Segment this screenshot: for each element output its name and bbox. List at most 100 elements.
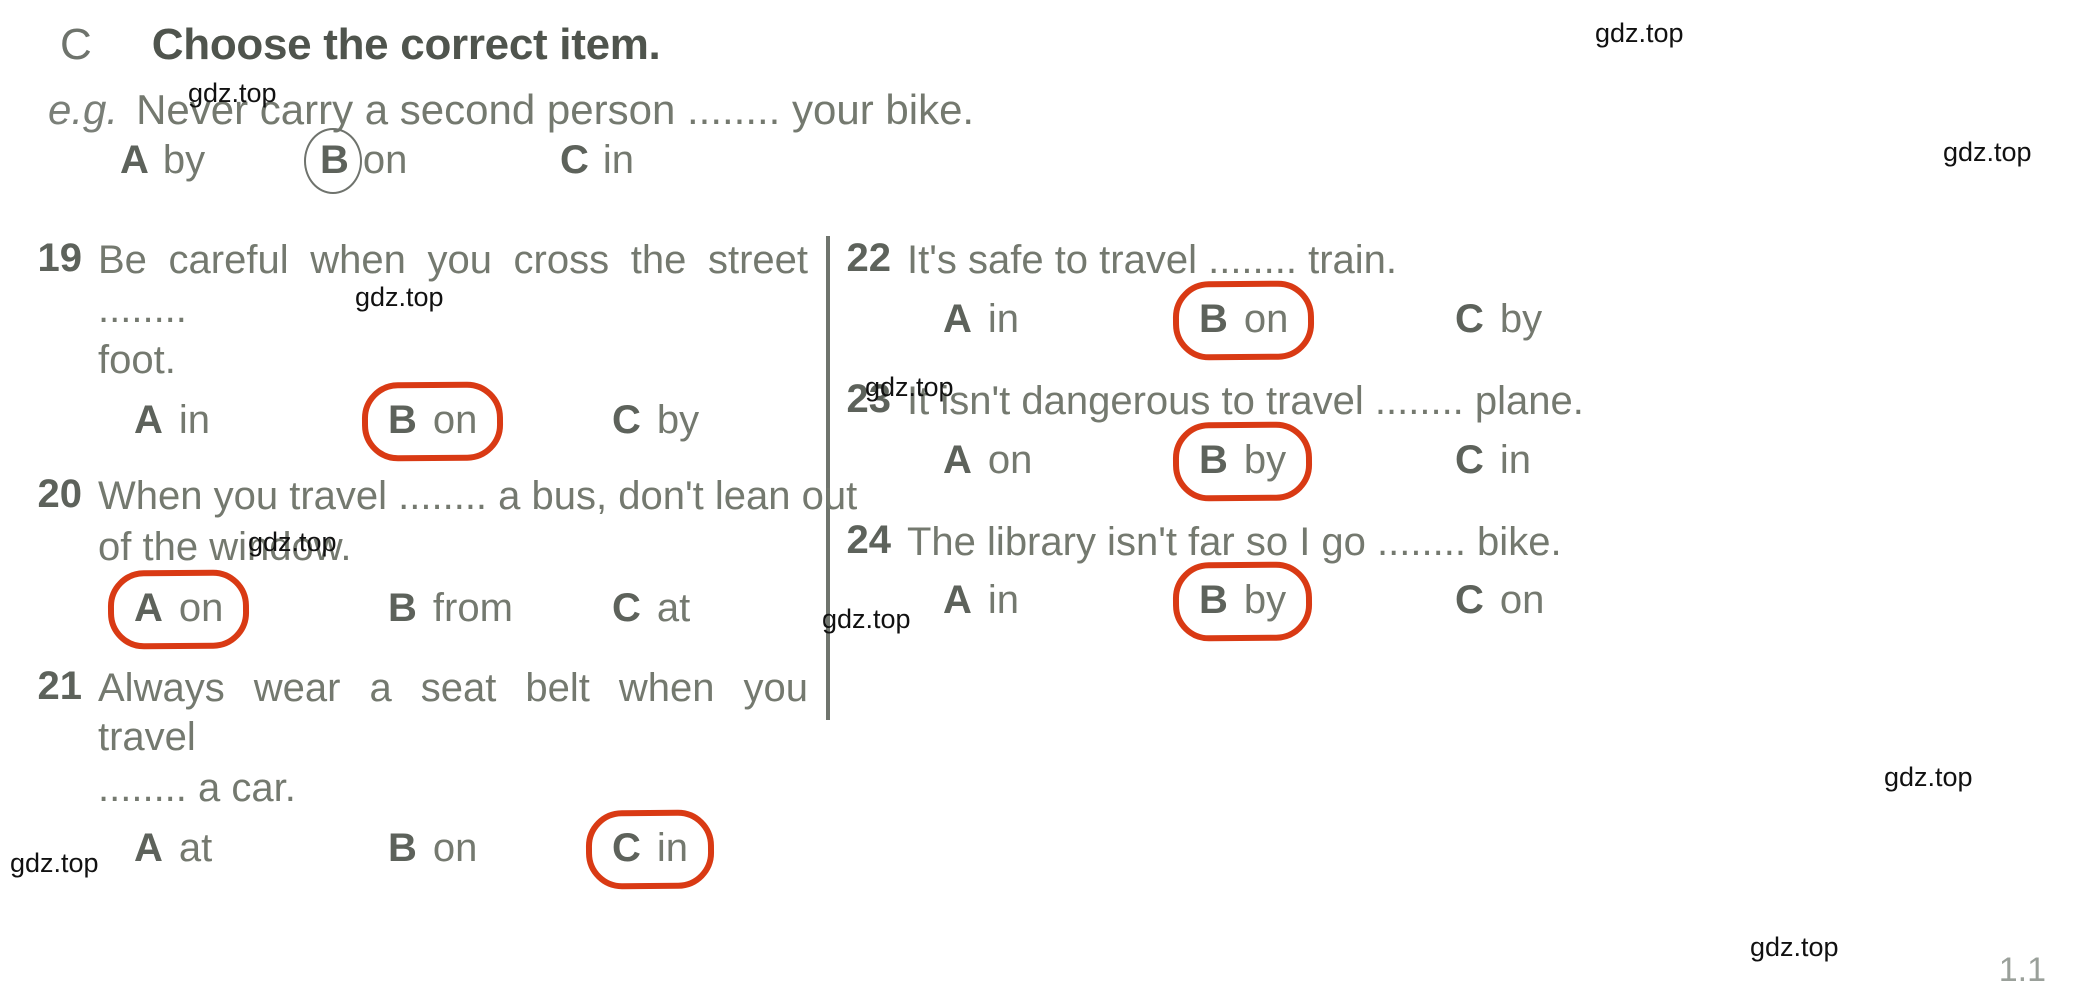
- watermark: gdz.top: [822, 604, 911, 634]
- watermark: gdz.top: [1750, 932, 1839, 962]
- question-column-right: 22 It's safe to travel ........ train. A…: [845, 236, 2045, 642]
- example-options: A by B on C in: [120, 128, 820, 196]
- question-text-line1: Always wear a seat belt when you travel: [98, 665, 808, 759]
- option-word: on: [1499, 578, 1545, 623]
- workbook-page: C Choose the correct item. e.g. Never ca…: [0, 0, 2074, 989]
- question-text-line1: Be careful when you cross the street ...…: [98, 238, 808, 331]
- question-20: 20 When you travel ........ a bus, don't…: [36, 472, 858, 650]
- option-c[interactable]: C on: [1455, 578, 1544, 623]
- question-text-line1: When you travel ........ a bus, don't le…: [98, 474, 858, 519]
- question-19: 19 Be careful when you cross the street …: [36, 236, 826, 462]
- question-22: 22 It's safe to travel ........ train. A…: [845, 236, 2045, 361]
- option-b[interactable]: B by: [1199, 438, 1286, 483]
- options-row-21: A at B on C in: [98, 826, 826, 890]
- option-a[interactable]: A in: [134, 398, 210, 443]
- option-letter: B: [388, 826, 417, 871]
- page-corner-mark: 1.1: [1998, 951, 2046, 989]
- option-word: on: [987, 437, 1033, 482]
- options-row-20: A on B from C at: [98, 586, 826, 650]
- option-word: from: [432, 585, 513, 630]
- option-a[interactable]: A in: [943, 578, 1019, 623]
- question-column-left: 19 Be careful when you cross the street …: [36, 236, 858, 890]
- option-c[interactable]: C in: [612, 826, 688, 871]
- watermark: gdz.top: [248, 527, 337, 557]
- option-c[interactable]: C in: [1455, 438, 1531, 483]
- question-number: 19: [37, 236, 83, 280]
- example-option-a[interactable]: A by: [120, 138, 205, 183]
- watermark: gdz.top: [188, 78, 277, 108]
- option-b[interactable]: B on: [388, 398, 477, 443]
- option-word: at: [178, 826, 213, 871]
- question-text-line1: It isn't dangerous to travel ........ pl…: [907, 378, 1584, 423]
- option-b[interactable]: B on: [1199, 297, 1288, 342]
- option-letter: B: [388, 585, 417, 630]
- option-letter: C: [1455, 296, 1484, 341]
- watermark: gdz.top: [1943, 137, 2032, 167]
- watermark: gdz.top: [1595, 18, 1684, 48]
- question-text-line1: The library isn't far so I go ........ b…: [907, 519, 1562, 564]
- question-number: 20: [37, 472, 83, 517]
- example-sentence: e.g. Never carry a second person .......…: [48, 86, 974, 134]
- question-text-line2: foot.: [98, 337, 176, 382]
- question-number: 24: [846, 517, 892, 562]
- option-word: by: [1243, 578, 1287, 623]
- option-a[interactable]: A on: [134, 586, 223, 631]
- options-row-23: A on B by C in: [907, 438, 2045, 502]
- option-word: in: [656, 826, 689, 871]
- option-letter: A: [134, 398, 163, 443]
- option-word: on: [1243, 296, 1289, 341]
- option-letter: C: [612, 585, 641, 630]
- watermark: gdz.top: [865, 372, 954, 402]
- question-text-line1: It's safe to travel ........ train.: [907, 238, 1398, 282]
- exercise-title: Choose the correct item.: [151, 20, 661, 69]
- option-letter: A: [943, 296, 972, 341]
- option-word: in: [987, 296, 1020, 341]
- options-row-22: A in B on C by: [907, 297, 2045, 361]
- question-text-line2: ........ a car.: [98, 765, 296, 810]
- option-letter: A: [134, 826, 163, 871]
- option-letter: C: [1455, 437, 1484, 482]
- question-21: 21 Always wear a seat belt when you trav…: [36, 664, 826, 890]
- options-row-24: A in B by C on: [907, 578, 2045, 642]
- option-c[interactable]: C by: [612, 398, 699, 443]
- option-letter: A: [120, 138, 149, 182]
- option-word: in: [987, 578, 1020, 623]
- option-c[interactable]: C by: [1455, 297, 1542, 342]
- option-letter: B: [1199, 296, 1228, 341]
- option-word: by: [1499, 296, 1543, 341]
- exercise-letter: C: [60, 20, 92, 69]
- option-a[interactable]: A in: [943, 297, 1019, 342]
- option-letter: C: [612, 826, 641, 871]
- option-b[interactable]: B from: [388, 586, 513, 631]
- example-option-b[interactable]: B on: [304, 128, 408, 194]
- question-23: 23 It isn't dangerous to travel ........…: [845, 377, 2045, 502]
- option-a[interactable]: A at: [134, 826, 212, 871]
- option-letter: A: [943, 437, 972, 482]
- option-word: on: [178, 585, 224, 630]
- option-word: in: [602, 138, 635, 182]
- option-word: in: [178, 398, 211, 443]
- option-word: by: [162, 138, 206, 182]
- option-letter: C: [1455, 578, 1484, 623]
- option-letter: C: [612, 398, 641, 443]
- option-letter: B: [1199, 437, 1228, 482]
- option-letter: A: [134, 585, 163, 630]
- option-c[interactable]: C at: [612, 586, 690, 631]
- selection-ellipse-icon: [304, 128, 362, 194]
- option-b[interactable]: B by: [1199, 578, 1286, 623]
- example-option-c[interactable]: C in: [560, 138, 634, 183]
- option-b[interactable]: B on: [388, 826, 477, 871]
- option-word: on: [362, 138, 408, 182]
- options-row-19: A in B on C by: [98, 398, 826, 462]
- option-word: by: [656, 398, 700, 443]
- option-letter: C: [560, 138, 589, 182]
- option-letter: A: [943, 578, 972, 623]
- option-a[interactable]: A on: [943, 438, 1032, 483]
- option-word: in: [1499, 437, 1532, 482]
- question-number: 21: [37, 663, 83, 708]
- question-number: 22: [846, 236, 892, 280]
- watermark: gdz.top: [1884, 762, 1973, 792]
- option-letter: B: [388, 398, 417, 443]
- option-word: by: [1243, 437, 1287, 482]
- watermark: gdz.top: [10, 848, 99, 878]
